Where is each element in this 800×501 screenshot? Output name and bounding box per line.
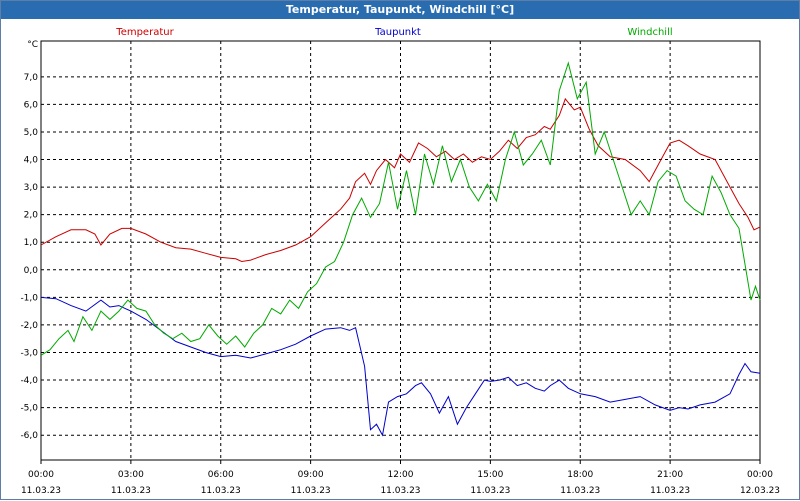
grid (40, 41, 761, 464)
x-tick-date: 11.03.23 (650, 486, 690, 496)
x-tick-time: 21:00 (657, 470, 683, 480)
x-tick-time: 18:00 (567, 470, 593, 480)
legend: Temperatur Taupunkt Windchill (115, 27, 672, 38)
y-axis-unit: °C (27, 40, 38, 50)
y-tick-label: 1,0 (24, 238, 39, 248)
x-tick-time: 00:00 (28, 470, 54, 480)
chart-svg: 7,0 6,0 5,0 4,0 3,0 2,0 1,0 0,0 -1,0 -2,0 -3,0 -4,0… (20, 27, 780, 496)
x-tick-date: 11.03.23 (111, 486, 151, 496)
chart-window: Temperatur, Taupunkt, Windchill [°C] 7,0… (0, 0, 800, 500)
y-tick-label: 0,0 (24, 266, 39, 276)
x-tick-time: 12:00 (388, 470, 414, 480)
x-tick-date: 11.03.23 (380, 486, 420, 496)
legend-item-windchill: Windchill (627, 27, 672, 38)
y-tick-label: 2,0 (24, 211, 39, 221)
x-tick-date: 11.03.23 (470, 486, 510, 496)
y-tick-label: -3,0 (20, 348, 38, 358)
y-tick-label: 5,0 (24, 128, 39, 138)
x-tick-time: 09:00 (298, 470, 324, 480)
x-tick-time: 00:00 (747, 470, 773, 480)
x-tick-date: 12.03.23 (740, 486, 780, 496)
x-tick-time: 06:00 (208, 470, 234, 480)
y-tick-label: 3,0 (24, 183, 39, 193)
x-tick-date: 11.03.23 (201, 486, 241, 496)
y-tick-label: -1,0 (20, 293, 38, 303)
legend-item-temperatur: Temperatur (115, 27, 174, 38)
legend-item-taupunkt: Taupunkt (374, 27, 421, 38)
y-tick-label: 6,0 (24, 100, 39, 110)
x-tick-date: 11.03.23 (21, 486, 61, 496)
y-tick-label: -5,0 (20, 404, 38, 414)
y-tick-label: -6,0 (20, 431, 38, 441)
x-tick-time: 03:00 (118, 470, 144, 480)
y-tick-label: 7,0 (24, 73, 39, 83)
x-tick-date: 11.03.23 (291, 486, 331, 496)
y-tick-label: -4,0 (20, 376, 38, 386)
x-tick-date: 11.03.23 (560, 486, 600, 496)
y-tick-label: 4,0 (24, 156, 39, 166)
x-tick-time: 15:00 (477, 470, 503, 480)
y-tick-label: -2,0 (20, 321, 38, 331)
